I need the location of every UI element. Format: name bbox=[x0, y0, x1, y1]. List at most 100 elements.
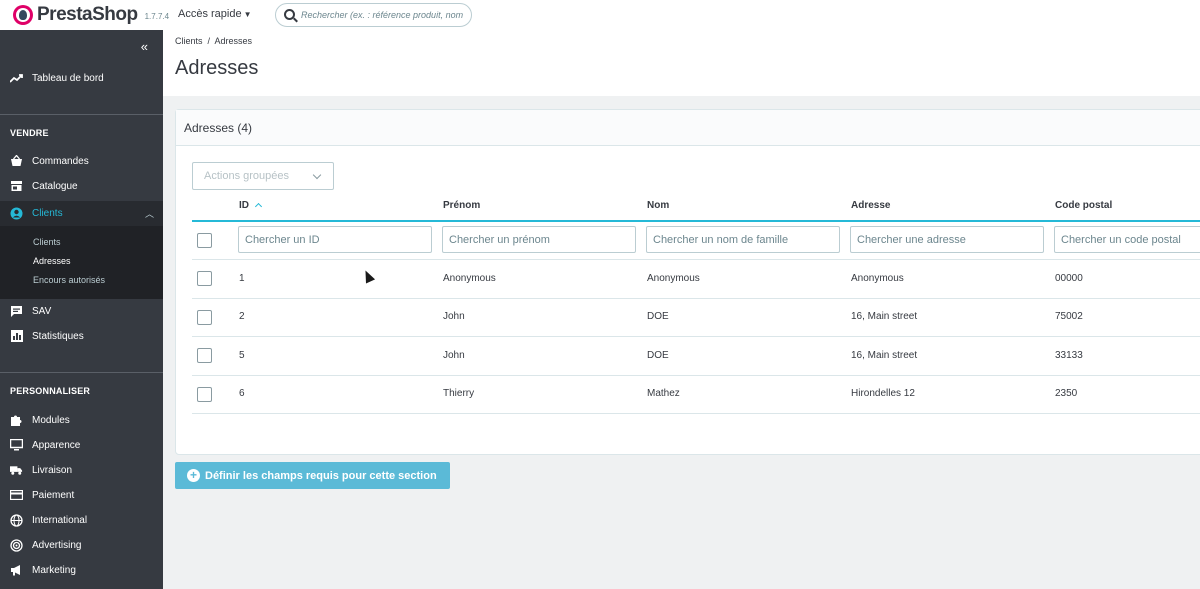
caret-down-icon: ▼ bbox=[243, 10, 252, 19]
top-header: PrestaShop 1.7.7.4 Accès rapide ▼ bbox=[0, 0, 1200, 30]
sidebar-item-stats[interactable]: Statistiques bbox=[0, 325, 163, 347]
cell-firstname: John bbox=[443, 350, 465, 361]
sidebar: « Tableau de bord VENDRE Commandes Catal… bbox=[0, 30, 163, 589]
cell-firstname: Thierry bbox=[443, 388, 475, 399]
filter-firstname-input[interactable] bbox=[442, 226, 636, 253]
column-header-lastname[interactable]: Nom bbox=[647, 200, 669, 211]
row-divider bbox=[192, 259, 1200, 260]
define-required-fields-label: Définir les champs requis pour cette sec… bbox=[205, 469, 437, 482]
cell-postcode: 2350 bbox=[1055, 388, 1078, 399]
search-input[interactable] bbox=[301, 4, 471, 26]
sidebar-item-advertising[interactable]: Advertising bbox=[0, 534, 163, 556]
cell-lastname: Mathez bbox=[647, 388, 680, 399]
sidebar-item-marketing[interactable]: Marketing bbox=[0, 559, 163, 581]
panel-header: Adresses (4) bbox=[176, 110, 1200, 146]
cell-address: Hirondelles 12 bbox=[851, 388, 915, 399]
puzzle-icon bbox=[10, 414, 23, 427]
sidebar-item-sav[interactable]: SAV bbox=[0, 300, 163, 322]
section-title-sell: VENDRE bbox=[10, 128, 49, 138]
brand-name: PrestaShop bbox=[37, 4, 138, 25]
page-header: Clients / Adresses Adresses bbox=[163, 30, 1200, 96]
select-all-checkbox[interactable] bbox=[197, 233, 212, 248]
submenu-item-outstanding[interactable]: Encours autorisés bbox=[33, 275, 105, 285]
sidebar-item-international[interactable]: International bbox=[0, 509, 163, 531]
bulk-actions-dropdown[interactable]: Actions groupées bbox=[192, 162, 334, 190]
cell-id: 6 bbox=[239, 388, 245, 399]
prestashop-logo-icon bbox=[13, 5, 33, 25]
sidebar-item-label: Apparence bbox=[32, 439, 81, 451]
row-checkbox[interactable] bbox=[197, 271, 212, 286]
basket-icon bbox=[10, 155, 23, 168]
define-required-fields-button[interactable]: + Définir les champs requis pour cette s… bbox=[175, 462, 450, 489]
cell-postcode: 00000 bbox=[1055, 273, 1083, 284]
store-icon bbox=[10, 180, 23, 193]
cell-address: Anonymous bbox=[851, 273, 904, 284]
column-header-firstname[interactable]: Prénom bbox=[443, 200, 480, 211]
table-header-line bbox=[192, 220, 1200, 222]
sidebar-item-clients[interactable]: Clients ︿ bbox=[0, 201, 163, 226]
version-label: 1.7.7.4 bbox=[144, 12, 170, 21]
row-checkbox[interactable] bbox=[197, 310, 212, 325]
sidebar-divider bbox=[0, 114, 163, 115]
sidebar-item-modules[interactable]: Modules bbox=[0, 409, 163, 431]
sidebar-item-label: Livraison bbox=[32, 464, 73, 476]
row-divider bbox=[192, 375, 1200, 376]
cell-address: 16, Main street bbox=[851, 311, 918, 322]
filter-id-input[interactable] bbox=[238, 226, 432, 253]
quick-access-label: Accès rapide bbox=[178, 8, 242, 20]
cell-id: 2 bbox=[239, 311, 245, 322]
addresses-panel: Adresses (4) Actions groupées ID Prénom … bbox=[175, 109, 1200, 455]
bar-chart-icon bbox=[10, 330, 23, 343]
column-header-address[interactable]: Adresse bbox=[851, 200, 890, 211]
sidebar-item-label: Clients bbox=[32, 208, 63, 219]
sidebar-item-label: Advertising bbox=[32, 539, 82, 551]
logo[interactable]: PrestaShop 1.7.7.4 bbox=[13, 4, 169, 26]
chevron-down-icon bbox=[312, 170, 322, 180]
cell-id: 5 bbox=[239, 350, 245, 361]
cell-firstname: Anonymous bbox=[443, 273, 496, 284]
target-icon bbox=[10, 538, 23, 552]
sidebar-item-payment[interactable]: Paiement bbox=[0, 484, 163, 506]
submenu-item-clients[interactable]: Clients bbox=[33, 237, 61, 247]
row-checkbox[interactable] bbox=[197, 387, 212, 402]
row-divider bbox=[192, 413, 1200, 414]
section-title-customize: PERSONNALISER bbox=[10, 386, 91, 396]
sidebar-item-label: Tableau de bord bbox=[32, 72, 104, 84]
cell-lastname: Anonymous bbox=[647, 273, 700, 284]
sidebar-item-catalog[interactable]: Catalogue bbox=[0, 175, 163, 197]
quick-access-dropdown[interactable]: Accès rapide ▼ bbox=[178, 8, 252, 20]
row-divider bbox=[192, 298, 1200, 299]
cell-firstname: John bbox=[443, 311, 465, 322]
breadcrumb[interactable]: Clients / Adresses bbox=[175, 36, 252, 46]
row-checkbox[interactable] bbox=[197, 348, 212, 363]
account-icon bbox=[10, 207, 23, 220]
column-header-postcode[interactable]: Code postal bbox=[1055, 200, 1112, 211]
column-header-id[interactable]: ID bbox=[239, 200, 263, 211]
cell-id: 1 bbox=[239, 273, 245, 284]
sidebar-item-label: Commandes bbox=[32, 155, 89, 167]
collapse-sidebar-icon[interactable]: « bbox=[141, 39, 148, 54]
sidebar-item-shipping[interactable]: Livraison bbox=[0, 459, 163, 481]
sidebar-item-dashboard[interactable]: Tableau de bord bbox=[0, 67, 163, 89]
monitor-icon bbox=[10, 439, 23, 452]
cell-lastname: DOE bbox=[647, 311, 669, 322]
sidebar-item-orders[interactable]: Commandes bbox=[0, 150, 163, 172]
search-box[interactable] bbox=[275, 3, 472, 27]
submenu-item-addresses[interactable]: Adresses bbox=[33, 256, 71, 266]
filter-postcode-input[interactable] bbox=[1054, 226, 1200, 253]
sort-asc-icon[interactable] bbox=[254, 202, 263, 210]
search-icon bbox=[284, 9, 295, 20]
sidebar-item-label: Paiement bbox=[32, 489, 75, 501]
bulk-actions-label: Actions groupées bbox=[204, 170, 289, 182]
cell-postcode: 33133 bbox=[1055, 350, 1083, 361]
sidebar-item-appearance[interactable]: Apparence bbox=[0, 434, 163, 456]
row-divider bbox=[192, 336, 1200, 337]
filter-lastname-input[interactable] bbox=[646, 226, 840, 253]
column-header-label: ID bbox=[239, 200, 249, 211]
sidebar-item-label: SAV bbox=[32, 305, 52, 317]
sidebar-item-label: Modules bbox=[32, 414, 70, 426]
filter-address-input[interactable] bbox=[850, 226, 1044, 253]
chat-icon bbox=[10, 305, 23, 318]
sidebar-item-label: Statistiques bbox=[32, 330, 84, 342]
credit-card-icon bbox=[10, 489, 23, 502]
